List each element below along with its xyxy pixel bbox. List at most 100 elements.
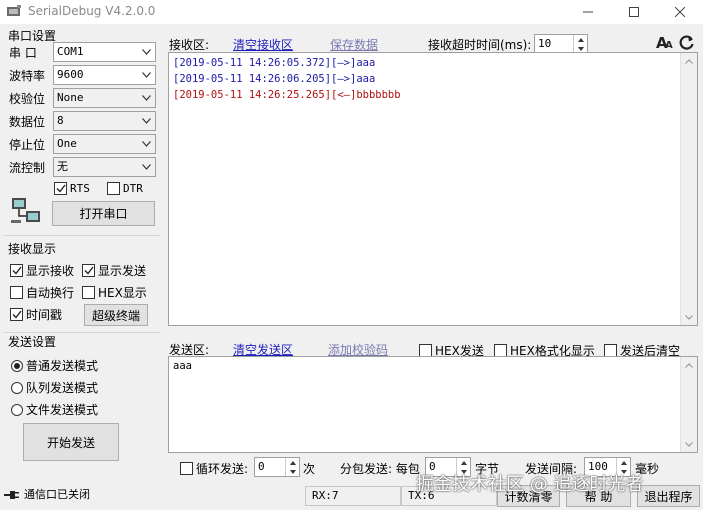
rts-checkbox[interactable]: RTS — [54, 182, 90, 195]
timestamp-label: 时间戳 — [26, 308, 63, 322]
databits-value: 8 — [57, 114, 64, 127]
scroll-up-icon[interactable] — [681, 53, 697, 69]
timeout-label: 接收超时时间(ms): — [428, 38, 532, 52]
port-label: 串 口 — [9, 46, 37, 60]
send-textarea[interactable]: aaa — [168, 356, 698, 453]
hex-display-checkbox[interactable]: HEX显示 — [82, 284, 147, 301]
exit-button[interactable]: 退出程序 — [637, 485, 700, 507]
spin-up-icon[interactable] — [286, 458, 299, 467]
chevron-down-icon — [138, 135, 155, 153]
scroll-up-icon[interactable] — [681, 357, 697, 373]
dtr-checkbox[interactable]: DTR — [107, 182, 143, 195]
show-send-checkbox[interactable]: 显示发送 — [82, 262, 146, 279]
stopbits-select[interactable]: One — [53, 134, 156, 154]
title-bar: SerialDebug V4.2.0.0 — [0, 0, 703, 24]
checkbox-checked-icon — [10, 308, 23, 321]
checkbox-unchecked-icon — [82, 286, 95, 299]
send-mode-label: 队列发送模式 — [26, 381, 99, 395]
stopbits-value: One — [57, 137, 77, 150]
port-select[interactable]: COM1 — [53, 42, 156, 62]
receive-display-title: 接收显示 — [8, 242, 57, 256]
scroll-down-icon[interactable] — [681, 436, 697, 452]
scroll-down-icon[interactable] — [681, 309, 697, 325]
flow-value: 无 — [57, 160, 68, 173]
stopbits-label: 停止位 — [9, 138, 46, 152]
port-status: 通信口已关闭 — [22, 486, 302, 506]
minimize-button[interactable] — [565, 0, 611, 24]
send-scrollbar[interactable] — [680, 357, 697, 452]
send-mode-queue-radio[interactable]: 队列发送模式 — [11, 379, 98, 396]
show-send-label: 显示发送 — [98, 264, 147, 278]
loop-send-checkbox[interactable]: 循环发送: — [180, 460, 248, 477]
send-mode-file-radio[interactable]: 文件发送模式 — [11, 401, 98, 418]
maximize-button[interactable] — [611, 0, 657, 24]
watermark: 掘金技术社区 @ 追逐时光者 — [416, 474, 644, 495]
clear-receive-link[interactable]: 清空接收区 — [233, 36, 293, 53]
databits-label: 数据位 — [9, 115, 46, 129]
checkbox-unchecked-icon — [180, 462, 193, 475]
receive-line: [2019-05-11 14:26:06.205][—>]aaa — [173, 73, 376, 85]
receive-area-label: 接收区: — [169, 38, 210, 52]
plug-icon — [4, 489, 20, 501]
serial-settings-title: 串口设置 — [8, 29, 57, 43]
flow-select[interactable]: 无 — [53, 157, 156, 177]
receive-scrollbar[interactable] — [680, 53, 697, 325]
timeout-value: 10 — [538, 37, 552, 50]
receive-line: [2019-05-11 14:26:05.372][—>]aaa — [173, 57, 376, 69]
spin-up-icon[interactable] — [457, 458, 470, 467]
chevron-down-icon — [138, 66, 155, 84]
receive-content: [2019-05-11 14:26:05.372][—>]aaa [2019-0… — [173, 55, 401, 103]
hex-display-label: HEX显示 — [98, 286, 147, 300]
rts-label: RTS — [70, 182, 90, 195]
spinner[interactable] — [573, 35, 587, 53]
divider — [3, 235, 160, 236]
terminal-button[interactable]: 超级终端 — [84, 304, 148, 326]
loop-unit: 次 — [303, 462, 316, 476]
radio-selected-icon — [11, 359, 23, 372]
rx-count: RX:7 — [305, 486, 401, 506]
timeout-input[interactable]: 10 — [534, 34, 588, 54]
start-send-button[interactable]: 开始发送 — [23, 423, 119, 461]
receive-line: [2019-05-11 14:26:25.265][<—]bbbbbbb — [173, 89, 401, 101]
show-recv-label: 显示接收 — [26, 264, 75, 278]
databits-select[interactable]: 8 — [53, 111, 156, 131]
save-data-link[interactable]: 保存数据 — [330, 36, 378, 53]
window-title: SerialDebug V4.2.0.0 — [28, 4, 156, 18]
send-mode-label: 普通发送模式 — [26, 359, 99, 373]
chevron-down-icon — [138, 158, 155, 176]
checkbox-unchecked-icon — [10, 286, 23, 299]
close-icon — [675, 7, 685, 17]
chevron-down-icon — [138, 43, 155, 61]
send-content: aaa — [173, 360, 192, 372]
serial-port-icon — [10, 196, 44, 226]
baud-value: 9600 — [57, 68, 84, 81]
send-mode-normal-radio[interactable]: 普通发送模式 — [11, 357, 98, 374]
baud-select[interactable]: 9600 — [53, 65, 156, 85]
parity-label: 校验位 — [9, 92, 46, 106]
maximize-icon — [629, 7, 639, 17]
parity-select[interactable]: None — [53, 88, 156, 108]
loop-count-input[interactable]: 0 — [254, 457, 300, 477]
checkbox-checked-icon — [10, 264, 23, 277]
spin-down-icon[interactable] — [286, 467, 299, 476]
spin-up-icon[interactable] — [617, 458, 630, 467]
send-mode-label: 文件发送模式 — [26, 403, 99, 417]
open-port-button[interactable]: 打开串口 — [52, 201, 155, 226]
checkbox-checked-icon — [82, 264, 95, 277]
baud-label: 波特率 — [9, 69, 46, 83]
timestamp-checkbox[interactable]: 时间戳 — [10, 306, 62, 323]
flow-label: 流控制 — [9, 161, 46, 175]
receive-textarea[interactable]: [2019-05-11 14:26:05.372][—>]aaa [2019-0… — [168, 52, 698, 326]
auto-wrap-label: 自动换行 — [26, 286, 75, 300]
spin-up-icon[interactable] — [574, 35, 587, 44]
refresh-icon[interactable] — [678, 34, 695, 51]
font-size-icon[interactable]: AA — [656, 34, 674, 52]
checkbox-unchecked-icon — [107, 182, 120, 195]
close-button[interactable] — [657, 0, 703, 24]
spinner[interactable] — [285, 458, 299, 476]
app-icon — [6, 4, 22, 18]
radio-unselected-icon — [11, 403, 23, 416]
auto-wrap-checkbox[interactable]: 自动换行 — [10, 284, 74, 301]
show-recv-checkbox[interactable]: 显示接收 — [10, 262, 74, 279]
dtr-label: DTR — [123, 182, 143, 195]
